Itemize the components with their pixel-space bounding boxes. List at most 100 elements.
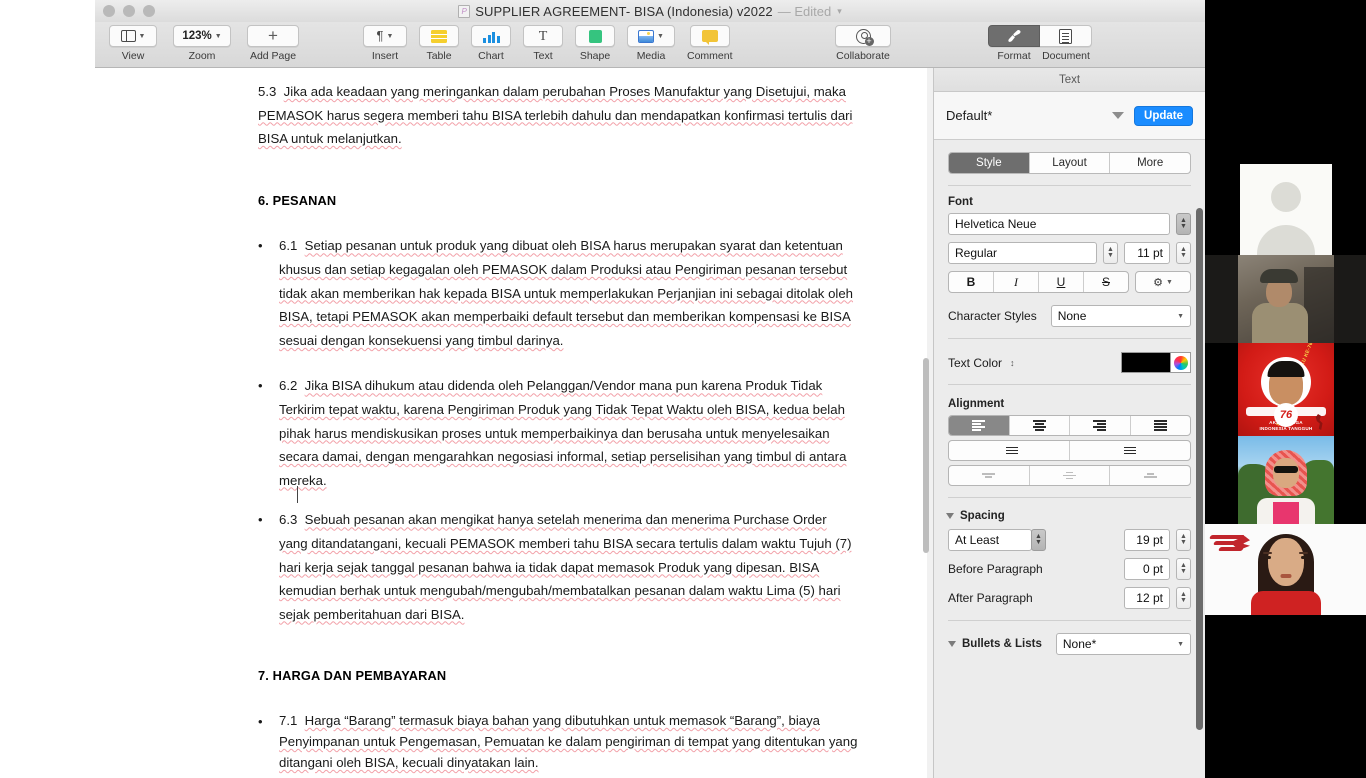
font-options-button[interactable]: ⚙ ▼ bbox=[1135, 271, 1191, 293]
font-weight-stepper[interactable]: ▲ ▼ bbox=[1103, 242, 1118, 264]
line-spacing-value-field[interactable]: 19 pt bbox=[1124, 529, 1170, 551]
paragraph-5-3[interactable]: 5.3 Jika ada keadaan yang meringankan da… bbox=[258, 80, 858, 151]
paragraph-number: 6.1 bbox=[279, 238, 298, 254]
document-page[interactable]: 5.3 Jika ada keadaan yang meringankan da… bbox=[95, 68, 927, 778]
heading-7[interactable]: 7. HARGA DAN PEMBAYARAN bbox=[258, 664, 858, 688]
indent-group[interactable] bbox=[948, 440, 1191, 461]
media-icon bbox=[638, 29, 655, 43]
participant-tile-woman-outdoors[interactable] bbox=[1205, 436, 1366, 524]
table-icon bbox=[431, 29, 447, 43]
view-button[interactable]: ▼ View bbox=[109, 25, 157, 62]
add-page-label: Add Page bbox=[249, 50, 297, 62]
before-paragraph-field[interactable]: 0 pt bbox=[1124, 558, 1170, 580]
document-icon bbox=[1059, 28, 1072, 44]
add-page-button[interactable]: + Add Page bbox=[247, 25, 299, 62]
text-style-buttons-row[interactable]: B I U S ⚙ ▼ bbox=[948, 271, 1191, 293]
bullets-lists-row[interactable]: Bullets & Lists None* ▼ bbox=[948, 633, 1191, 655]
line-spacing-mode-field[interactable]: At Least bbox=[948, 529, 1032, 551]
updown-arrows-icon[interactable]: ↕ bbox=[1010, 358, 1015, 368]
font-family-stepper[interactable]: ▲ ▼ bbox=[1176, 213, 1191, 235]
insert-button[interactable]: ¶ ▼ Insert bbox=[363, 25, 407, 62]
document-button[interactable]: Document bbox=[1040, 25, 1092, 62]
bullets-lists-section[interactable]: Bullets & Lists bbox=[948, 638, 1042, 650]
align-top-button[interactable] bbox=[949, 466, 1030, 485]
chevron-down-icon[interactable]: ▾ bbox=[837, 6, 842, 17]
font-size-field[interactable]: 11 pt bbox=[1124, 242, 1170, 264]
person-face bbox=[1273, 458, 1299, 488]
person-cap bbox=[1260, 269, 1298, 283]
bold-italic-underline-strike-group[interactable]: B I U S bbox=[948, 271, 1129, 293]
after-paragraph-row[interactable]: After Paragraph 12 pt ▲ ▼ bbox=[948, 587, 1191, 609]
document-canvas[interactable]: 5.3 Jika ada keadaan yang meringankan da… bbox=[95, 68, 933, 778]
format-button[interactable]: Format bbox=[988, 25, 1040, 62]
increase-indent-button[interactable] bbox=[1070, 441, 1190, 460]
underline-button[interactable]: U bbox=[1039, 272, 1084, 292]
text-label: Text bbox=[533, 50, 553, 62]
after-paragraph-stepper[interactable]: ▲ ▼ bbox=[1176, 587, 1191, 609]
align-justify-button[interactable] bbox=[1131, 416, 1191, 435]
vertical-alignment-group[interactable] bbox=[948, 465, 1191, 486]
align-left-button[interactable] bbox=[949, 416, 1010, 435]
character-styles-popup[interactable]: None ▼ bbox=[1050, 305, 1191, 327]
comment-button[interactable]: Comment bbox=[687, 25, 733, 62]
document-text-body[interactable]: 5.3 Jika ada keadaan yang meringankan da… bbox=[258, 80, 858, 778]
before-paragraph-stepper[interactable]: ▲ ▼ bbox=[1176, 558, 1191, 580]
bullet-item-6-1[interactable]: • 6.1 Setiap pesanan untuk produk yang d… bbox=[258, 234, 858, 352]
paragraph-style-row[interactable]: Default* Update bbox=[934, 92, 1205, 140]
participant-tile-active-speaker[interactable] bbox=[1205, 524, 1366, 615]
bullet-item-7-1[interactable]: • 7.1 Harga “Barang” termasuk biaya baha… bbox=[258, 710, 858, 773]
sidebar-vertical-scrollbar[interactable] bbox=[1196, 208, 1203, 730]
tab-style[interactable]: Style bbox=[949, 153, 1030, 173]
character-styles-row[interactable]: Character Styles None ▼ bbox=[948, 305, 1191, 327]
before-paragraph-row[interactable]: Before Paragraph 0 pt ▲ ▼ bbox=[948, 558, 1191, 580]
font-family-field[interactable]: Helvetica Neue bbox=[948, 213, 1170, 235]
font-family-row[interactable]: Helvetica Neue ▲ ▼ bbox=[948, 213, 1191, 235]
disclosure-triangle-icon[interactable] bbox=[946, 513, 954, 519]
horizontal-alignment-group[interactable] bbox=[948, 415, 1191, 436]
inspector-tab-group[interactable]: Style Layout More bbox=[948, 152, 1191, 174]
shape-button[interactable]: Shape bbox=[575, 25, 615, 62]
color-wheel-icon[interactable] bbox=[1171, 352, 1191, 373]
bold-button[interactable]: B bbox=[949, 272, 994, 292]
participant-tile-avatar[interactable] bbox=[1205, 164, 1366, 255]
after-paragraph-field[interactable]: 12 pt bbox=[1124, 587, 1170, 609]
text-color-control[interactable] bbox=[1121, 352, 1191, 373]
spacing-section[interactable]: Spacing bbox=[946, 510, 1205, 522]
document-vertical-scrollbar[interactable] bbox=[923, 358, 929, 553]
media-button[interactable]: ▼ Media bbox=[627, 25, 675, 62]
tab-more[interactable]: More bbox=[1110, 153, 1190, 173]
disclosure-triangle-icon[interactable] bbox=[948, 641, 956, 647]
font-weight-field[interactable]: Regular bbox=[948, 242, 1097, 264]
zoom-button[interactable]: 123% ▼ Zoom bbox=[173, 25, 231, 62]
chevron-down-icon[interactable] bbox=[1112, 112, 1125, 119]
bullet-item-6-2[interactable]: • 6.2 Jika BISA dihukum atau didenda ole… bbox=[258, 374, 858, 492]
strikethrough-button[interactable]: S bbox=[1084, 272, 1128, 292]
line-spacing-row[interactable]: At Least ▲ ▼ 19 pt ▲ ▼ bbox=[948, 529, 1191, 551]
chart-button[interactable]: Chart bbox=[471, 25, 511, 62]
collaborate-button[interactable]: Collaborate bbox=[835, 25, 891, 62]
line-spacing-mode-stepper[interactable]: ▲ ▼ bbox=[1031, 529, 1046, 551]
window-titlebar[interactable]: P SUPPLIER AGREEMENT- BISA (Indonesia) v… bbox=[95, 0, 1205, 22]
text-button[interactable]: T Text bbox=[523, 25, 563, 62]
heading-6[interactable]: 6. PESANAN bbox=[258, 189, 858, 213]
tab-layout[interactable]: Layout bbox=[1030, 153, 1111, 173]
align-bottom-button[interactable] bbox=[1110, 466, 1190, 485]
text-color-row[interactable]: Text Color ↕ bbox=[948, 352, 1191, 373]
decrease-indent-button[interactable] bbox=[949, 441, 1070, 460]
participant-tile-man-with-cap[interactable] bbox=[1205, 255, 1366, 343]
font-weight-size-row[interactable]: Regular ▲ ▼ 11 pt ▲ ▼ bbox=[948, 242, 1191, 264]
bullet-item-6-3[interactable]: • 6.3 Sebuah pesanan akan mengikat hanya… bbox=[258, 508, 858, 626]
align-right-button[interactable] bbox=[1070, 416, 1131, 435]
font-size-stepper[interactable]: ▲ ▼ bbox=[1176, 242, 1191, 264]
text-color-swatch[interactable] bbox=[1121, 352, 1171, 373]
align-center-button[interactable] bbox=[1010, 416, 1070, 435]
update-style-button[interactable]: Update bbox=[1134, 105, 1193, 126]
line-spacing-value-stepper[interactable]: ▲ ▼ bbox=[1176, 529, 1191, 551]
participant-tile-poster[interactable]: DIRGAHAYU INDONESIAKU KE-76 76 AKU BANGG… bbox=[1205, 343, 1366, 436]
align-middle-button[interactable] bbox=[1030, 466, 1111, 485]
table-button[interactable]: Table bbox=[419, 25, 459, 62]
italic-button[interactable]: I bbox=[994, 272, 1039, 292]
bullets-lists-popup[interactable]: None* ▼ bbox=[1055, 633, 1191, 655]
avatar-body bbox=[1257, 225, 1315, 255]
